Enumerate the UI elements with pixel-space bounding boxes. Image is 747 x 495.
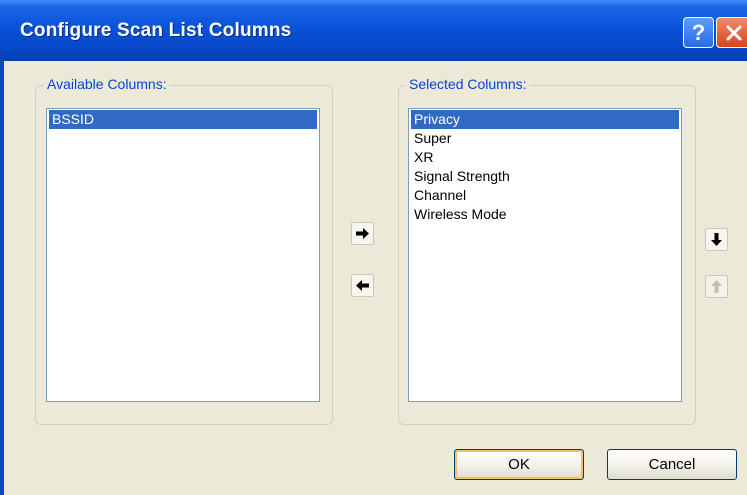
available-columns-list[interactable]: BSSID <box>46 108 320 402</box>
remove-column-button[interactable] <box>351 274 374 297</box>
help-button[interactable]: ? <box>683 17 714 48</box>
window-title: Configure Scan List Columns <box>20 20 292 41</box>
move-down-button[interactable] <box>705 228 728 251</box>
help-icon: ? <box>691 19 706 45</box>
selected-columns-label: Selected Columns: <box>406 76 530 92</box>
ok-button[interactable]: OK <box>454 449 584 480</box>
arrow-down-icon <box>711 233 722 246</box>
arrow-up-icon <box>711 280 722 293</box>
selected-columns-list[interactable]: Privacy Super XR Signal Strength Channel… <box>408 108 682 402</box>
arrow-right-icon <box>356 228 369 239</box>
list-item-wireless-mode[interactable]: Wireless Mode <box>411 205 679 224</box>
list-item-bssid[interactable]: BSSID <box>49 110 317 129</box>
list-item-signal-strength[interactable]: Signal Strength <box>411 167 679 186</box>
window-frame-left <box>0 61 4 495</box>
arrow-left-icon <box>356 280 369 291</box>
list-item-channel[interactable]: Channel <box>411 186 679 205</box>
list-item-privacy[interactable]: Privacy <box>411 110 679 129</box>
cancel-button[interactable]: Cancel <box>607 449 737 480</box>
list-item-super[interactable]: Super <box>411 129 679 148</box>
title-bar: Configure Scan List Columns ? <box>0 0 747 61</box>
close-button[interactable] <box>716 17 747 48</box>
close-icon <box>726 25 742 40</box>
move-up-button[interactable] <box>705 275 728 298</box>
list-item-xr[interactable]: XR <box>411 148 679 167</box>
available-columns-label: Available Columns: <box>44 76 170 92</box>
add-column-button[interactable] <box>351 222 374 245</box>
